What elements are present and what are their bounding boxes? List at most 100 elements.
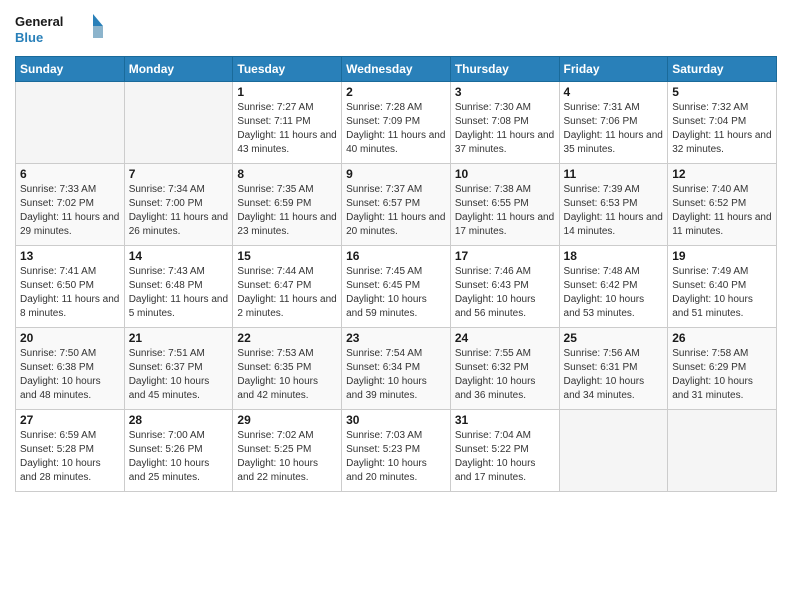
calendar-cell: 1Sunrise: 7:27 AMSunset: 7:11 PMDaylight… [233,82,342,164]
calendar-cell: 31Sunrise: 7:04 AMSunset: 5:22 PMDayligh… [450,410,559,492]
day-number: 4 [564,85,664,99]
day-info: Sunrise: 7:44 AMSunset: 6:47 PMDaylight:… [237,265,337,321]
day-number: 15 [237,249,337,263]
weekday-header-monday: Monday [124,57,233,82]
day-number: 7 [129,167,229,181]
day-number: 13 [20,249,120,263]
day-info: Sunrise: 7:03 AMSunset: 5:23 PMDaylight:… [346,429,446,485]
calendar-cell: 5 Sunrise: 7:32 AMSunset: 7:04 PMDaylight… [668,82,777,164]
calendar-week-4: 20 Sunrise: 7:50 AMSunset: 6:38 PMDayligh… [16,328,777,410]
weekday-header-wednesday: Wednesday [342,57,451,82]
day-info: Sunrise: 7:49 AMSunset: 6:40 PMDaylight:… [672,265,772,321]
calendar-cell: 7 Sunrise: 7:34 AMSunset: 7:00 PMDaylight… [124,164,233,246]
logo: General Blue [15,10,105,48]
calendar-cell: 13 Sunrise: 7:41 AMSunset: 6:50 PMDayligh… [16,246,125,328]
calendar-cell [124,82,233,164]
calendar-cell [668,410,777,492]
calendar-cell: 30 Sunrise: 7:03 AMSunset: 5:23 PMDayligh… [342,410,451,492]
calendar-week-3: 13 Sunrise: 7:41 AMSunset: 6:50 PMDayligh… [16,246,777,328]
svg-text:General: General [15,14,63,29]
calendar-cell: 11Sunrise: 7:39 AMSunset: 6:53 PMDayligh… [559,164,668,246]
calendar-table: SundayMondayTuesdayWednesdayThursdayFrid… [15,56,777,492]
day-number: 19 [672,249,772,263]
calendar-cell: 9 Sunrise: 7:37 AMSunset: 6:57 PMDaylight… [342,164,451,246]
day-number: 18 [564,249,664,263]
day-number: 25 [564,331,664,345]
calendar-cell: 25 Sunrise: 7:56 AMSunset: 6:31 PMDayligh… [559,328,668,410]
day-info: Sunrise: 7:48 AMSunset: 6:42 PMDaylight:… [564,265,664,321]
day-info: Sunrise: 7:55 AMSunset: 6:32 PMDaylight:… [455,347,555,403]
day-info: Sunrise: 7:02 AMSunset: 5:25 PMDaylight:… [237,429,337,485]
day-info: Sunrise: 7:34 AMSunset: 7:00 PMDaylight:… [129,183,229,239]
day-info: Sunrise: 7:58 AMSunset: 6:29 PMDaylight:… [672,347,772,403]
calendar-cell [16,82,125,164]
calendar-cell: 27Sunrise: 6:59 AMSunset: 5:28 PMDayligh… [16,410,125,492]
day-number: 29 [237,413,337,427]
calendar-cell: 8 Sunrise: 7:35 AMSunset: 6:59 PMDaylight… [233,164,342,246]
calendar-cell: 21 Sunrise: 7:51 AMSunset: 6:37 PMDayligh… [124,328,233,410]
day-number: 16 [346,249,446,263]
calendar-cell: 22Sunrise: 7:53 AMSunset: 6:35 PMDayligh… [233,328,342,410]
day-info: Sunrise: 7:31 AMSunset: 7:06 PMDaylight:… [564,101,664,157]
weekday-header-friday: Friday [559,57,668,82]
calendar-cell: 19 Sunrise: 7:49 AMSunset: 6:40 PMDayligh… [668,246,777,328]
calendar-cell: 23 Sunrise: 7:54 AMSunset: 6:34 PMDayligh… [342,328,451,410]
calendar-cell: 4 Sunrise: 7:31 AMSunset: 7:06 PMDaylight… [559,82,668,164]
day-number: 3 [455,85,555,99]
calendar-cell: 24Sunrise: 7:55 AMSunset: 6:32 PMDayligh… [450,328,559,410]
weekday-header-saturday: Saturday [668,57,777,82]
day-info: Sunrise: 7:33 AMSunset: 7:02 PMDaylight:… [20,183,120,239]
day-number: 5 [672,85,772,99]
calendar-cell: 15 Sunrise: 7:44 AMSunset: 6:47 PMDayligh… [233,246,342,328]
day-info: Sunrise: 7:40 AMSunset: 6:52 PMDaylight:… [672,183,772,239]
calendar-week-1: 1Sunrise: 7:27 AMSunset: 7:11 PMDaylight… [16,82,777,164]
calendar-cell: 3 Sunrise: 7:30 AMSunset: 7:08 PMDaylight… [450,82,559,164]
day-info: Sunrise: 6:59 AMSunset: 5:28 PMDaylight:… [20,429,120,485]
calendar-cell: 10 Sunrise: 7:38 AMSunset: 6:55 PMDayligh… [450,164,559,246]
day-number: 21 [129,331,229,345]
day-info: Sunrise: 7:54 AMSunset: 6:34 PMDaylight:… [346,347,446,403]
day-info: Sunrise: 7:37 AMSunset: 6:57 PMDaylight:… [346,183,446,239]
day-number: 1 [237,85,337,99]
calendar-cell: 2Sunrise: 7:28 AMSunset: 7:09 PMDaylight… [342,82,451,164]
page-header: General Blue [15,10,777,48]
day-number: 17 [455,249,555,263]
day-number: 10 [455,167,555,181]
calendar-cell: 14Sunrise: 7:43 AMSunset: 6:48 PMDayligh… [124,246,233,328]
day-info: Sunrise: 7:39 AMSunset: 6:53 PMDaylight:… [564,183,664,239]
calendar-cell: 17 Sunrise: 7:46 AMSunset: 6:43 PMDayligh… [450,246,559,328]
calendar-cell: 20 Sunrise: 7:50 AMSunset: 6:38 PMDayligh… [16,328,125,410]
calendar-week-5: 27Sunrise: 6:59 AMSunset: 5:28 PMDayligh… [16,410,777,492]
day-number: 8 [237,167,337,181]
day-info: Sunrise: 7:32 AMSunset: 7:04 PMDaylight:… [672,101,772,157]
day-number: 23 [346,331,446,345]
calendar-cell: 28 Sunrise: 7:00 AMSunset: 5:26 PMDayligh… [124,410,233,492]
day-number: 30 [346,413,446,427]
calendar-week-2: 6 Sunrise: 7:33 AMSunset: 7:02 PMDaylight… [16,164,777,246]
day-info: Sunrise: 7:43 AMSunset: 6:48 PMDaylight:… [129,265,229,321]
day-info: Sunrise: 7:30 AMSunset: 7:08 PMDaylight:… [455,101,555,157]
day-info: Sunrise: 7:45 AMSunset: 6:45 PMDaylight:… [346,265,446,321]
day-number: 12 [672,167,772,181]
day-info: Sunrise: 7:53 AMSunset: 6:35 PMDaylight:… [237,347,337,403]
day-info: Sunrise: 7:56 AMSunset: 6:31 PMDaylight:… [564,347,664,403]
day-number: 28 [129,413,229,427]
calendar-cell: 26 Sunrise: 7:58 AMSunset: 6:29 PMDayligh… [668,328,777,410]
day-info: Sunrise: 7:38 AMSunset: 6:55 PMDaylight:… [455,183,555,239]
day-number: 9 [346,167,446,181]
day-info: Sunrise: 7:51 AMSunset: 6:37 PMDaylight:… [129,347,229,403]
weekday-header-sunday: Sunday [16,57,125,82]
calendar-cell: 12 Sunrise: 7:40 AMSunset: 6:52 PMDayligh… [668,164,777,246]
day-info: Sunrise: 7:50 AMSunset: 6:38 PMDaylight:… [20,347,120,403]
calendar-cell: 16 Sunrise: 7:45 AMSunset: 6:45 PMDayligh… [342,246,451,328]
day-info: Sunrise: 7:41 AMSunset: 6:50 PMDaylight:… [20,265,120,321]
day-info: Sunrise: 7:00 AMSunset: 5:26 PMDaylight:… [129,429,229,485]
weekday-header-row: SundayMondayTuesdayWednesdayThursdayFrid… [16,57,777,82]
day-number: 26 [672,331,772,345]
day-number: 20 [20,331,120,345]
day-number: 6 [20,167,120,181]
weekday-header-tuesday: Tuesday [233,57,342,82]
day-info: Sunrise: 7:35 AMSunset: 6:59 PMDaylight:… [237,183,337,239]
day-number: 31 [455,413,555,427]
day-info: Sunrise: 7:46 AMSunset: 6:43 PMDaylight:… [455,265,555,321]
